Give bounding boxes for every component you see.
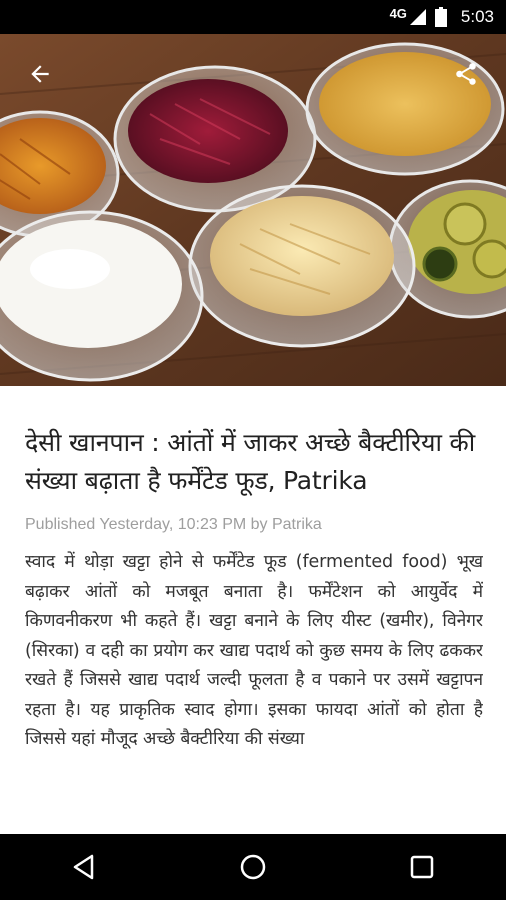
nav-recents-button[interactable] (392, 842, 452, 892)
nav-home-icon (240, 854, 266, 880)
nav-recents-icon (410, 855, 433, 879)
nav-back-icon (74, 854, 94, 880)
status-bar: 4G 5:03 (0, 0, 506, 34)
nav-home-button[interactable] (223, 842, 283, 892)
article-meta: Published Yesterday, 10:23 PM by Patrika (25, 516, 322, 533)
hero-image (0, 34, 506, 386)
article-headline: देसी खानपान : आंतों में जाकर अच्छे बैक्ट… (25, 428, 476, 495)
status-icons: 4G 5:03 (390, 0, 494, 34)
share-button[interactable] (446, 54, 486, 94)
arrow-back-icon (31, 65, 49, 83)
network-type-label: 4G (389, 5, 407, 21)
navigation-bar (0, 834, 506, 900)
article-body: स्वाद में थोड़ा खट्टा होने से फर्मेंटेड … (25, 552, 483, 749)
nav-back-button[interactable] (54, 842, 114, 892)
back-button[interactable] (20, 54, 60, 94)
article-content: देसी खानपान : आंतों में जाकर अच्छे बैक्ट… (25, 386, 483, 834)
status-clock: 5:03 (460, 7, 494, 26)
fermented-food-illustration (0, 34, 506, 386)
battery-icon (434, 7, 447, 27)
signal-icon (409, 9, 426, 25)
share-icon (456, 63, 476, 85)
